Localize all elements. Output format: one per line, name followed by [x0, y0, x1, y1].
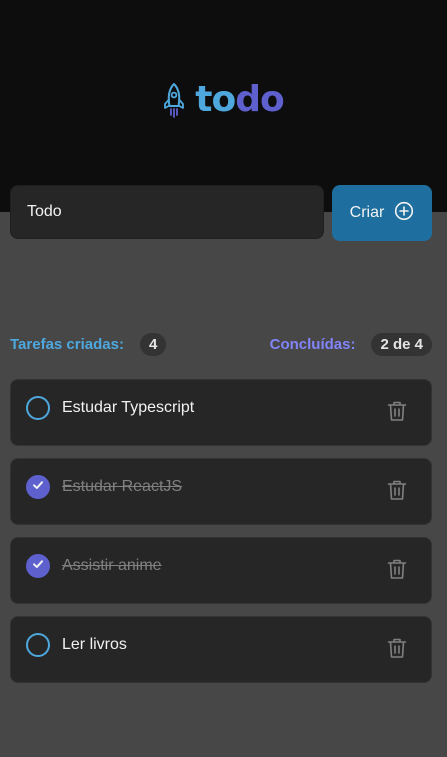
- trash-icon: [387, 558, 407, 585]
- checkmark-icon: [31, 557, 45, 576]
- task-item: Ler livros: [10, 616, 432, 683]
- task-item: Assistir anime: [10, 537, 432, 604]
- logo-text-do: do: [235, 79, 285, 120]
- task-text: Estudar Typescript: [62, 399, 195, 416]
- create-task-button[interactable]: Criar: [332, 185, 432, 241]
- task-checkbox[interactable]: [26, 554, 50, 578]
- trash-icon: [387, 400, 407, 427]
- task-text: Assistir anime: [62, 557, 162, 574]
- tasks-info: Tarefas criadas: 4 Concluídas: 2 de 4: [10, 332, 432, 356]
- task-checkbox[interactable]: [26, 633, 50, 657]
- task-text: Estudar ReactJS: [62, 478, 183, 495]
- new-task-input[interactable]: [10, 185, 324, 239]
- task-item: Estudar ReactJS: [10, 458, 432, 525]
- checkmark-icon: [31, 478, 45, 497]
- task-checkbox[interactable]: [26, 475, 50, 499]
- trash-icon: [387, 479, 407, 506]
- done-info: Concluídas: 2 de 4: [269, 332, 432, 356]
- rocket-icon: [163, 82, 185, 118]
- created-counter-badge: 4: [139, 332, 167, 356]
- delete-task-button[interactable]: [385, 559, 409, 583]
- app-logo: todo: [0, 78, 447, 122]
- delete-task-button[interactable]: [385, 480, 409, 504]
- task-list: Estudar Typescript Estudar ReactJS Assis…: [10, 379, 432, 683]
- logo-text: todo: [195, 79, 285, 120]
- delete-task-button[interactable]: [385, 638, 409, 662]
- create-button-label: Criar: [349, 204, 385, 221]
- task-checkbox[interactable]: [26, 396, 50, 420]
- trash-icon: [387, 637, 407, 664]
- plus-circle-icon: [394, 201, 414, 226]
- delete-task-button[interactable]: [385, 401, 409, 425]
- logo-text-to: to: [195, 79, 236, 120]
- done-counter-badge: 2 de 4: [371, 332, 432, 356]
- task-item: Estudar Typescript: [10, 379, 432, 446]
- done-label: Concluídas:: [269, 335, 356, 353]
- app-header: todo: [0, 0, 447, 212]
- created-label: Tarefas criadas:: [10, 335, 124, 353]
- created-info: Tarefas criadas: 4: [10, 332, 167, 356]
- new-task-form: Criar: [10, 185, 432, 241]
- task-text: Ler livros: [62, 636, 127, 653]
